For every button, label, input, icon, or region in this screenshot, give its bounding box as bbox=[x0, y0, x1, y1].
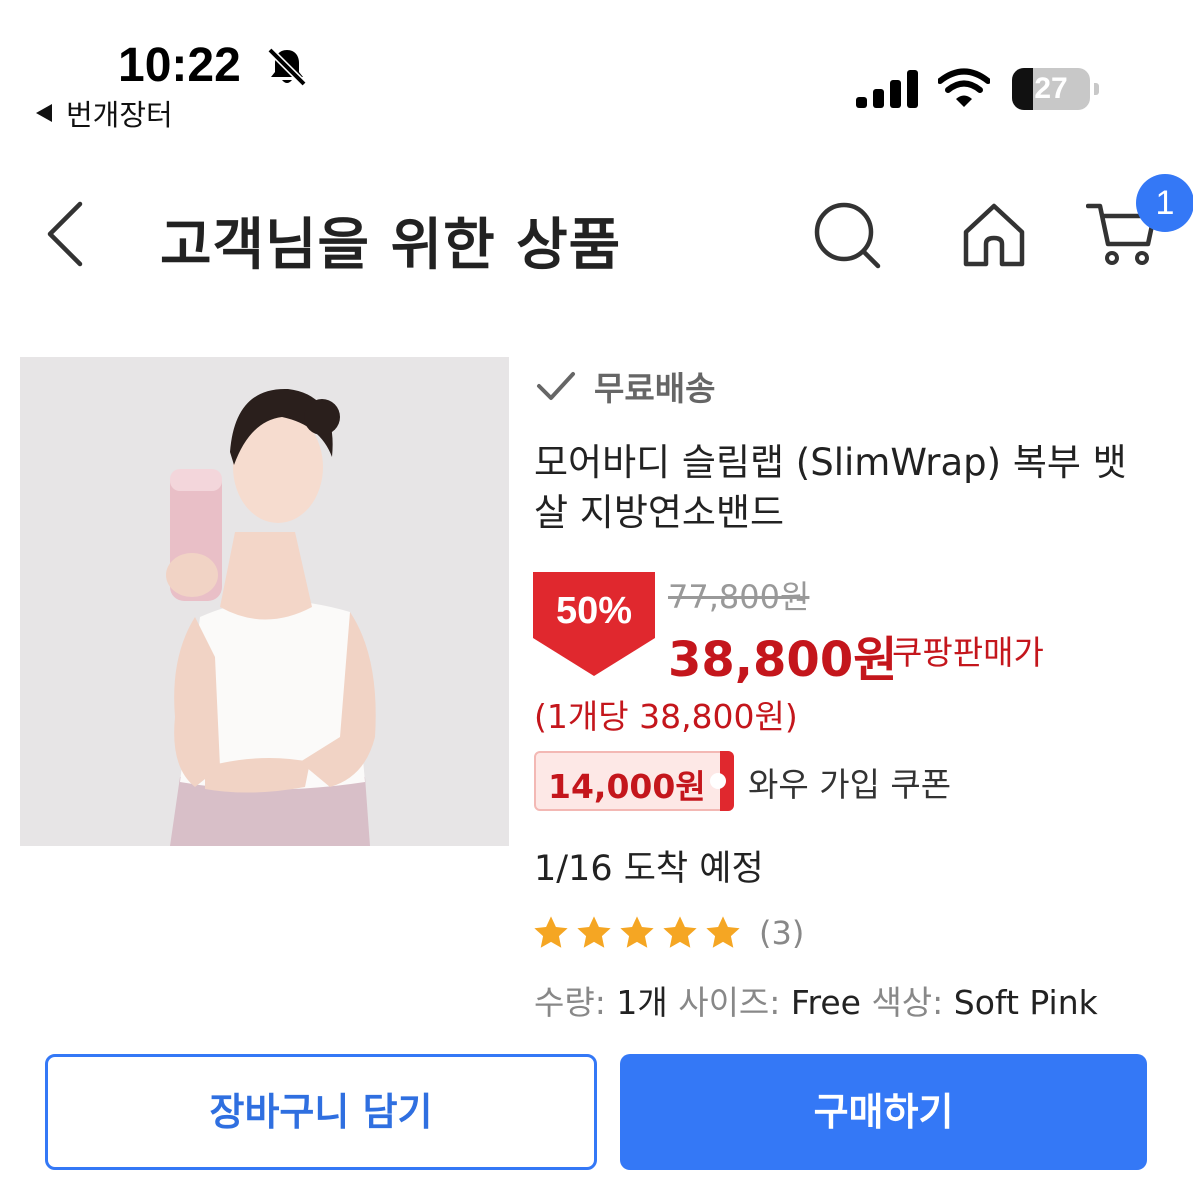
back-app-label: 번개장터 bbox=[66, 98, 173, 132]
add-to-cart-button[interactable]: 장바구니 담기 bbox=[45, 1054, 597, 1170]
coupon-amount: 14,000원 bbox=[548, 767, 706, 806]
coupon-description: 와우 가입 쿠폰 bbox=[748, 765, 952, 804]
back-button[interactable] bbox=[40, 198, 90, 270]
status-time: 10:22 bbox=[118, 39, 241, 92]
product-name[interactable]: 모어바디 슬림랩 (SlimWrap) 복부 뱃살 지방연소밴드 bbox=[534, 438, 1154, 538]
size-label: 사이즈: bbox=[678, 983, 781, 1022]
discount-percent: 50% bbox=[555, 590, 633, 632]
star-icon bbox=[577, 916, 611, 948]
quantity-label: 수량: bbox=[534, 983, 606, 1022]
back-triangle-icon bbox=[36, 104, 52, 122]
cellular-signal-icon bbox=[856, 70, 918, 108]
color-label: 색상: bbox=[871, 983, 944, 1022]
arrival-date: 1/16 도착 예정 bbox=[534, 849, 764, 889]
free-shipping-label: 무료배송 bbox=[536, 362, 715, 410]
cart-count-badge: 1 bbox=[1136, 174, 1193, 232]
star-icon bbox=[706, 916, 740, 948]
product-image[interactable] bbox=[20, 357, 509, 846]
checkmark-icon bbox=[537, 372, 575, 400]
battery-indicator: 27 bbox=[1012, 68, 1099, 110]
sale-price-label: 쿠팡판매가 bbox=[892, 633, 1044, 672]
star-icon bbox=[663, 916, 697, 948]
color-value: Soft Pink bbox=[953, 983, 1098, 1022]
star-rating: (3) bbox=[532, 914, 804, 952]
bell-muted-icon bbox=[267, 47, 307, 87]
home-icon[interactable] bbox=[958, 198, 1030, 270]
discount-badge: 50% bbox=[533, 572, 655, 676]
original-price: 77,800원 bbox=[668, 578, 810, 616]
star-icon bbox=[534, 916, 568, 948]
battery-percent: 27 bbox=[1034, 72, 1068, 105]
buy-now-button[interactable]: 구매하기 bbox=[620, 1054, 1147, 1170]
page-title: 고객님을 위한 상품 bbox=[160, 213, 622, 278]
coupon-badge: 14,000원 bbox=[534, 751, 734, 811]
option-summary: 수량: 1개 사이즈: Free 색상: Soft Pink bbox=[534, 976, 1098, 1024]
back-to-app-link[interactable]: 번개장터 bbox=[36, 92, 173, 134]
review-count: (3) bbox=[759, 914, 805, 952]
sale-price: 38,800원 bbox=[668, 632, 898, 688]
unit-price: (1개당 38,800원) bbox=[534, 697, 798, 736]
search-icon[interactable] bbox=[812, 200, 884, 272]
size-value: Free bbox=[790, 983, 861, 1022]
free-shipping-text: 무료배송 bbox=[594, 369, 716, 408]
star-icon bbox=[620, 916, 654, 948]
quantity-value: 1개 bbox=[616, 983, 668, 1022]
wifi-icon bbox=[938, 68, 990, 107]
